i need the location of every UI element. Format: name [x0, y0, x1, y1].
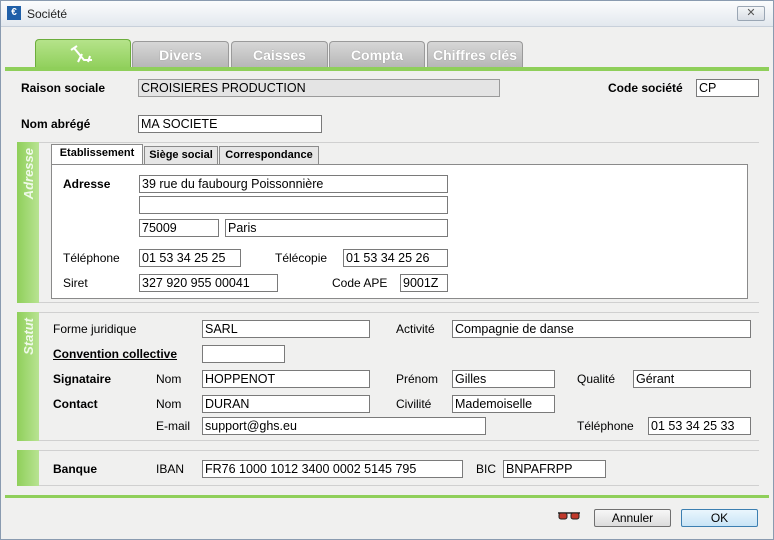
bic-label: BIC	[476, 462, 497, 476]
code-ape-label: Code APE	[332, 276, 388, 290]
prenom-field[interactable]: Gilles	[452, 370, 555, 388]
forme-juridique-label: Forme juridique	[53, 322, 137, 336]
contact-nom-label: Nom	[156, 397, 182, 411]
iban-label: IBAN	[156, 462, 185, 476]
title-bar: € Société ✕	[1, 1, 773, 27]
cancel-button[interactable]: Annuler	[594, 509, 671, 527]
tab-chiffres-cles[interactable]: Chiffres clés	[427, 41, 523, 67]
contact-telephone-label: Téléphone	[577, 419, 634, 433]
telephone-label: Téléphone	[63, 251, 120, 265]
telecopie-field[interactable]: 01 53 34 25 26	[343, 249, 448, 267]
iban-field[interactable]: FR76 1000 1012 3400 0002 5145 795	[202, 460, 463, 478]
adresse-line1-field[interactable]: 39 rue du faubourg Poissonnière	[139, 175, 448, 193]
postal-code-field[interactable]: 75009	[139, 219, 219, 237]
raison-sociale-label: Raison sociale	[21, 81, 106, 95]
adresse-label: Adresse	[63, 177, 111, 191]
statut-section-label: Statut	[21, 318, 36, 355]
banque-section-bar	[17, 450, 39, 486]
code-societe-label: Code société	[608, 81, 683, 95]
contact-label: Contact	[53, 397, 98, 411]
siret-label: Siret	[63, 276, 88, 290]
subtab-siege-social[interactable]: Siège social	[144, 146, 218, 164]
city-field[interactable]: Paris	[225, 219, 448, 237]
tab-divers[interactable]: Divers	[132, 41, 229, 67]
activite-field[interactable]: Compagnie de danse	[452, 320, 751, 338]
ok-button[interactable]: OK	[681, 509, 758, 527]
telecopie-label: Télécopie	[275, 251, 328, 265]
societe-window: € Société ✕ Divers Caisses Compta Chiffr…	[0, 0, 774, 540]
nom-abrege-label: Nom abrégé	[21, 117, 91, 131]
signataire-nom-field[interactable]: HOPPENOT	[202, 370, 370, 388]
footer-divider	[5, 495, 769, 498]
telephone-field[interactable]: 01 53 34 25 25	[139, 249, 241, 267]
subtab-etablissement[interactable]: Etablissement	[51, 144, 143, 164]
signataire-label: Signataire	[53, 372, 112, 386]
convention-collective-link[interactable]: Convention collective	[53, 347, 177, 361]
nom-abrege-field[interactable]: MA SOCIETE	[138, 115, 322, 133]
convention-collective-field[interactable]	[202, 345, 285, 363]
qualite-field[interactable]: Gérant	[633, 370, 751, 388]
subtab-correspondance[interactable]: Correspondance	[219, 146, 319, 164]
civilite-field[interactable]: Mademoiselle	[452, 395, 555, 413]
civilite-label: Civilité	[396, 397, 432, 411]
adresse-section-label: Adresse	[21, 148, 36, 200]
glasses-icon[interactable]	[557, 510, 581, 522]
bic-field[interactable]: BNPAFRPP	[503, 460, 606, 478]
signataire-nom-label: Nom	[156, 372, 182, 386]
adresse-section-bar: Adresse	[17, 142, 39, 303]
code-societe-field[interactable]: CP	[696, 79, 759, 97]
email-field[interactable]: support@ghs.eu	[202, 417, 486, 435]
raison-sociale-field[interactable]: CROISIERES PRODUCTION	[138, 79, 500, 97]
app-icon: €	[7, 6, 21, 20]
code-ape-field[interactable]: 9001Z	[400, 274, 448, 292]
email-label: E-mail	[156, 419, 191, 433]
tab-compta[interactable]: Compta	[329, 41, 425, 67]
statut-section-bar: Statut	[17, 312, 39, 441]
forme-juridique-field[interactable]: SARL	[202, 320, 370, 338]
window-title: Société	[27, 7, 68, 21]
prenom-label: Prénom	[396, 372, 439, 386]
adresse-line2-field[interactable]	[139, 196, 448, 214]
siret-field[interactable]: 327 920 955 00041	[139, 274, 278, 292]
qualite-label: Qualité	[577, 372, 616, 386]
close-button[interactable]: ✕	[737, 6, 765, 21]
tab-caisses[interactable]: Caisses	[231, 41, 328, 67]
beach-chair-icon	[70, 45, 92, 63]
contact-nom-field[interactable]: DURAN	[202, 395, 370, 413]
tab-underline	[5, 67, 769, 71]
banque-label: Banque	[53, 462, 98, 476]
main-tabs: Divers Caisses Compta Chiffres clés	[1, 27, 773, 69]
tab-general[interactable]	[35, 39, 131, 69]
activite-label: Activité	[396, 322, 435, 336]
contact-telephone-field[interactable]: 01 53 34 25 33	[648, 417, 751, 435]
